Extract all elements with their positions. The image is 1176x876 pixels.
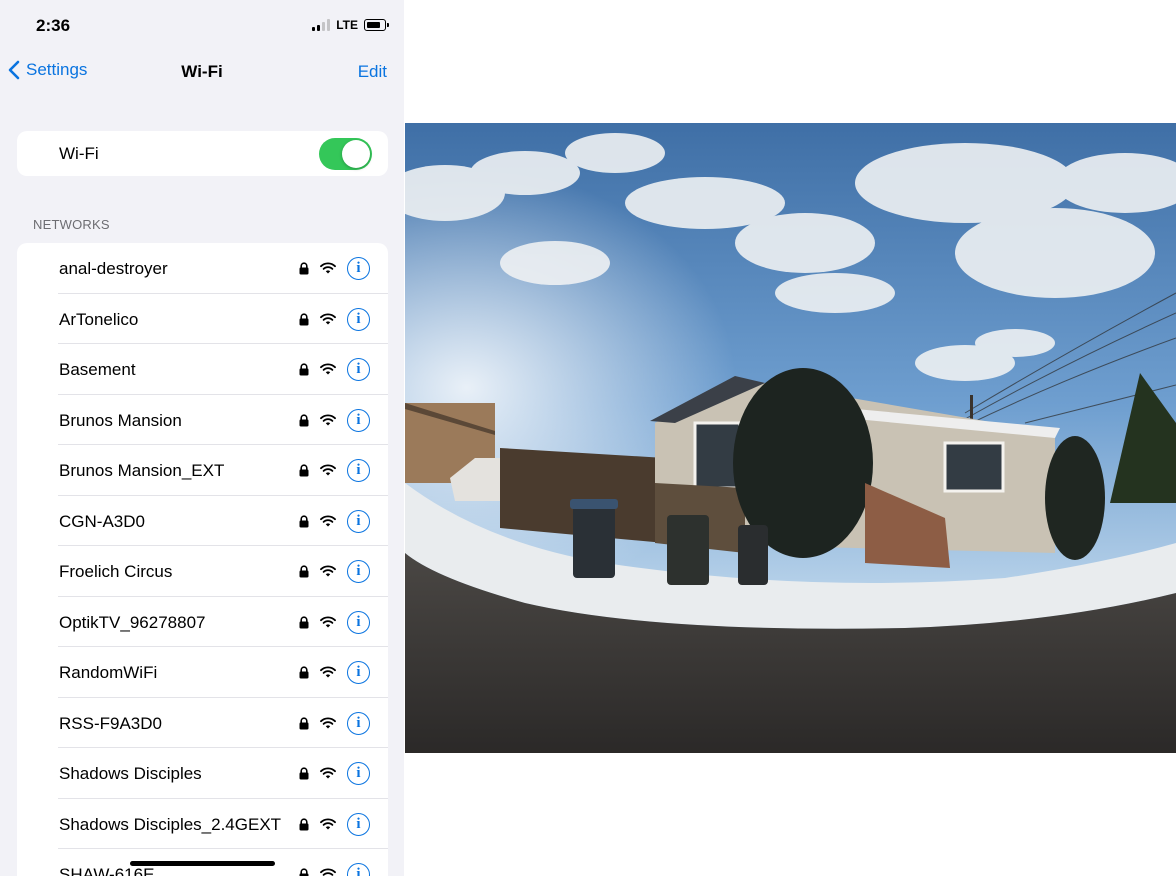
info-icon[interactable]: i xyxy=(347,307,370,331)
network-type-label: LTE xyxy=(336,18,358,32)
info-icon[interactable]: i xyxy=(347,661,370,684)
network-name: Basement xyxy=(59,360,136,379)
network-row[interactable]: Brunos Mansion_EXT i xyxy=(17,445,388,496)
network-row[interactable]: RandomWiFi i xyxy=(17,647,388,698)
network-name: OptikTV_96278807 xyxy=(59,612,206,632)
lock-icon xyxy=(299,514,309,527)
home-indicator[interactable] xyxy=(130,861,275,866)
wifi-signal-icon xyxy=(320,868,336,876)
network-name: Froelich Circus xyxy=(59,562,173,581)
info-icon[interactable]: i xyxy=(347,812,370,836)
network-name: Shadows Disciples_2.4GEXT xyxy=(59,814,282,834)
network-row[interactable]: Shadows Disciples i xyxy=(17,748,388,799)
wifi-signal-icon xyxy=(320,565,336,577)
wifi-settings-panel: 2:36 LTE Settings Wi-Fi Edit Wi-Fi NETWO… xyxy=(0,0,404,876)
wifi-signal-icon xyxy=(320,615,336,627)
network-row[interactable]: Brunos Mansion i xyxy=(17,395,388,445)
network-row[interactable]: anal-destroyer i xyxy=(17,243,388,294)
info-icon[interactable]: i xyxy=(347,762,370,785)
lock-icon xyxy=(299,464,309,477)
wifi-signal-icon xyxy=(320,262,336,274)
cellular-signal-icon xyxy=(312,19,331,31)
networks-section-header: NETWORKS xyxy=(33,217,110,232)
info-icon[interactable]: i xyxy=(347,257,370,280)
info-icon[interactable]: i xyxy=(347,408,370,432)
network-row[interactable]: Shadows Disciples_2.4GEXT i xyxy=(17,799,388,849)
status-indicators: LTE xyxy=(312,18,389,32)
network-row[interactable]: Basement i xyxy=(17,344,388,395)
battery-icon xyxy=(364,19,389,31)
status-bar: 2:36 LTE xyxy=(0,0,404,50)
wifi-signal-icon xyxy=(320,363,336,375)
network-row[interactable]: ArTonelico i xyxy=(17,294,388,344)
wifi-toggle-label: Wi-Fi xyxy=(59,144,99,163)
wifi-toggle-row: Wi-Fi xyxy=(17,131,388,176)
lock-icon xyxy=(299,413,309,426)
lock-icon xyxy=(299,868,309,876)
network-row[interactable]: Froelich Circus i xyxy=(17,546,388,597)
network-row[interactable]: OptikTV_96278807 i xyxy=(17,597,388,647)
lock-icon xyxy=(299,817,309,830)
network-name: ArTonelico xyxy=(59,309,139,329)
wifi-signal-icon xyxy=(320,666,336,678)
network-name: Shadows Disciples xyxy=(59,764,202,783)
lock-icon xyxy=(299,716,309,729)
navigation-bar: Settings Wi-Fi Edit xyxy=(0,52,404,92)
network-row[interactable]: RSS-F9A3D0 i xyxy=(17,698,388,748)
network-name: anal-destroyer xyxy=(59,259,168,278)
wifi-signal-icon xyxy=(320,767,336,779)
info-icon[interactable]: i xyxy=(347,358,370,381)
network-name: Brunos Mansion_EXT xyxy=(59,461,225,480)
network-name: CGN-A3D0 xyxy=(59,511,145,531)
network-name: RandomWiFi xyxy=(59,663,158,682)
screen: 2:36 LTE Settings Wi-Fi Edit Wi-Fi NETWO… xyxy=(0,0,1176,876)
network-name: SHAW-616E xyxy=(59,865,155,876)
lock-icon xyxy=(299,363,309,376)
lock-icon xyxy=(299,615,309,628)
network-row[interactable]: CGN-A3D0 i xyxy=(17,496,388,546)
status-time: 2:36 xyxy=(36,16,71,35)
wifi-signal-icon xyxy=(320,312,336,324)
info-icon[interactable]: i xyxy=(347,509,370,533)
info-icon[interactable]: i xyxy=(347,711,370,735)
lock-icon xyxy=(299,767,309,780)
info-icon[interactable]: i xyxy=(347,610,370,634)
wifi-signal-icon xyxy=(320,413,336,425)
networks-list: anal-destroyer i ArTonelico i Basement i Bruno… xyxy=(17,243,388,876)
wifi-toggle-switch[interactable] xyxy=(319,138,372,170)
wifi-signal-icon xyxy=(320,817,336,829)
edit-button[interactable]: Edit xyxy=(358,62,387,82)
street-house-photo xyxy=(405,123,1176,753)
wifi-signal-icon xyxy=(320,464,336,476)
network-name: RSS-F9A3D0 xyxy=(59,713,162,733)
lock-icon xyxy=(299,565,309,578)
info-icon[interactable]: i xyxy=(347,560,370,583)
lock-icon xyxy=(299,262,309,275)
page-title: Wi-Fi xyxy=(181,62,223,81)
lock-icon xyxy=(299,312,309,325)
info-icon[interactable]: i xyxy=(347,459,370,482)
wifi-signal-icon xyxy=(320,514,336,526)
lock-icon xyxy=(299,666,309,679)
wifi-signal-icon xyxy=(320,716,336,728)
network-name: Brunos Mansion xyxy=(59,410,182,430)
info-icon[interactable]: i xyxy=(347,863,370,876)
